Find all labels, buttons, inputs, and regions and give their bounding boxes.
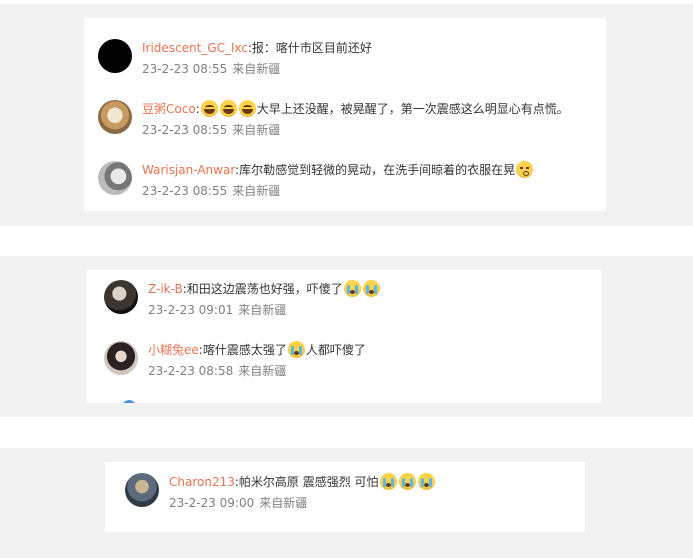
comment-time: 23-2-23 09:01 [148,303,234,317]
comment-username[interactable]: Warisjan-Anwar [142,163,235,177]
comment-text: :报：喀什市区目前还好 [247,41,372,55]
comment-time: 23-2-23 09:00 [169,496,255,510]
comment-username[interactable]: 豆粥Coco [142,102,196,116]
comment-item: Iridescent_GC_lxc:报：喀什市区目前还好 23-2-23 08:… [98,39,606,83]
comment-item: 豆粥Coco: 大早上还没醒，被晃醒了，第一次震感这么明显心有点慌。 23-2-2… [98,100,606,144]
user-avatar[interactable] [98,100,132,134]
comment-card-2: Z-ik-B:和田这边震荡也好强，吓傻了 23-2-23 09:01 来自新疆 小… [86,270,602,403]
comment-time: 23-2-23 08:55 [142,184,228,198]
user-avatar[interactable] [98,161,132,195]
laugh-cry-emoji [219,100,237,117]
comment-item: Warisjan-Anwar:库尔勒感觉到轻微的晃动，在洗手间晾着的衣服在晃 2… [98,161,606,205]
comment-card-3: Charon213:帕米尔高原 震感强烈 可怕 23-2-23 09:00 来自新… [105,462,585,532]
laugh-cry-emoji [238,100,256,117]
crying-emoji [417,473,435,490]
comment-source: 来自新疆 [259,496,308,510]
comment-time: 23-2-23 08:58 [148,364,234,378]
comment-section-1: Iridescent_GC_lxc:报：喀什市区目前还好 23-2-23 08:… [0,4,693,226]
comment-card-1: Iridescent_GC_lxc:报：喀什市区目前还好 23-2-23 08:… [84,18,606,211]
comment-item: Charon213:帕米尔高原 震感强烈 可怕 23-2-23 09:00 来自新… [125,473,585,517]
laugh-cry-emoji [200,100,218,117]
crying-emoji [379,473,397,490]
comment-text: : [195,102,200,116]
comment-text: :帕米尔高原 震感强烈 可怕 [234,475,379,489]
comment-source: 来自新疆 [238,364,287,378]
comment-time: 23-2-23 08:55 [142,123,228,137]
comment-username[interactable]: 小糊兔ee [148,343,199,357]
comment-username[interactable]: Iridescent_GC_lxc [142,41,248,55]
comment-source: 来自新疆 [232,184,281,198]
user-avatar[interactable] [104,280,138,314]
kiss-emoji [516,161,534,178]
comment-text: :喀什震感太强了 [198,343,287,357]
comment-text: :和田这边震荡也好强，吓傻了 [182,282,343,296]
comment-source: 来自新疆 [232,123,281,137]
user-avatar[interactable] [98,39,132,73]
comment-text-continued: 人都吓傻了 [305,343,366,357]
user-avatar[interactable] [104,341,138,375]
comment-item: 小糊兔ee:喀什震感太强了 人都吓傻了 23-2-23 08:58 来自新疆 [104,341,602,385]
crying-emoji [343,280,361,297]
comment-text-continued: 大早上还没醒，被晃醒了，第一次震感这么明显心有点慌。 [256,102,569,116]
crying-emoji [362,280,380,297]
next-avatar-peek [122,400,136,403]
comment-item: Z-ik-B:和田这边震荡也好强，吓傻了 23-2-23 09:01 来自新疆 [104,280,602,324]
comment-time: 23-2-23 08:55 [142,62,228,76]
comment-source: 来自新疆 [232,62,281,76]
comment-section-2: Z-ik-B:和田这边震荡也好强，吓傻了 23-2-23 09:01 来自新疆 小… [0,256,693,417]
comment-section-3: Charon213:帕米尔高原 震感强烈 可怕 23-2-23 09:00 来自新… [0,448,693,558]
crying-emoji [398,473,416,490]
comment-source: 来自新疆 [238,303,287,317]
comment-username[interactable]: Z-ik-B [148,282,183,296]
comment-username[interactable]: Charon213 [169,475,235,489]
user-avatar[interactable] [125,473,159,507]
crying-emoji [287,341,305,358]
comment-text: :库尔勒感觉到轻微的晃动，在洗手间晾着的衣服在晃 [235,163,516,177]
